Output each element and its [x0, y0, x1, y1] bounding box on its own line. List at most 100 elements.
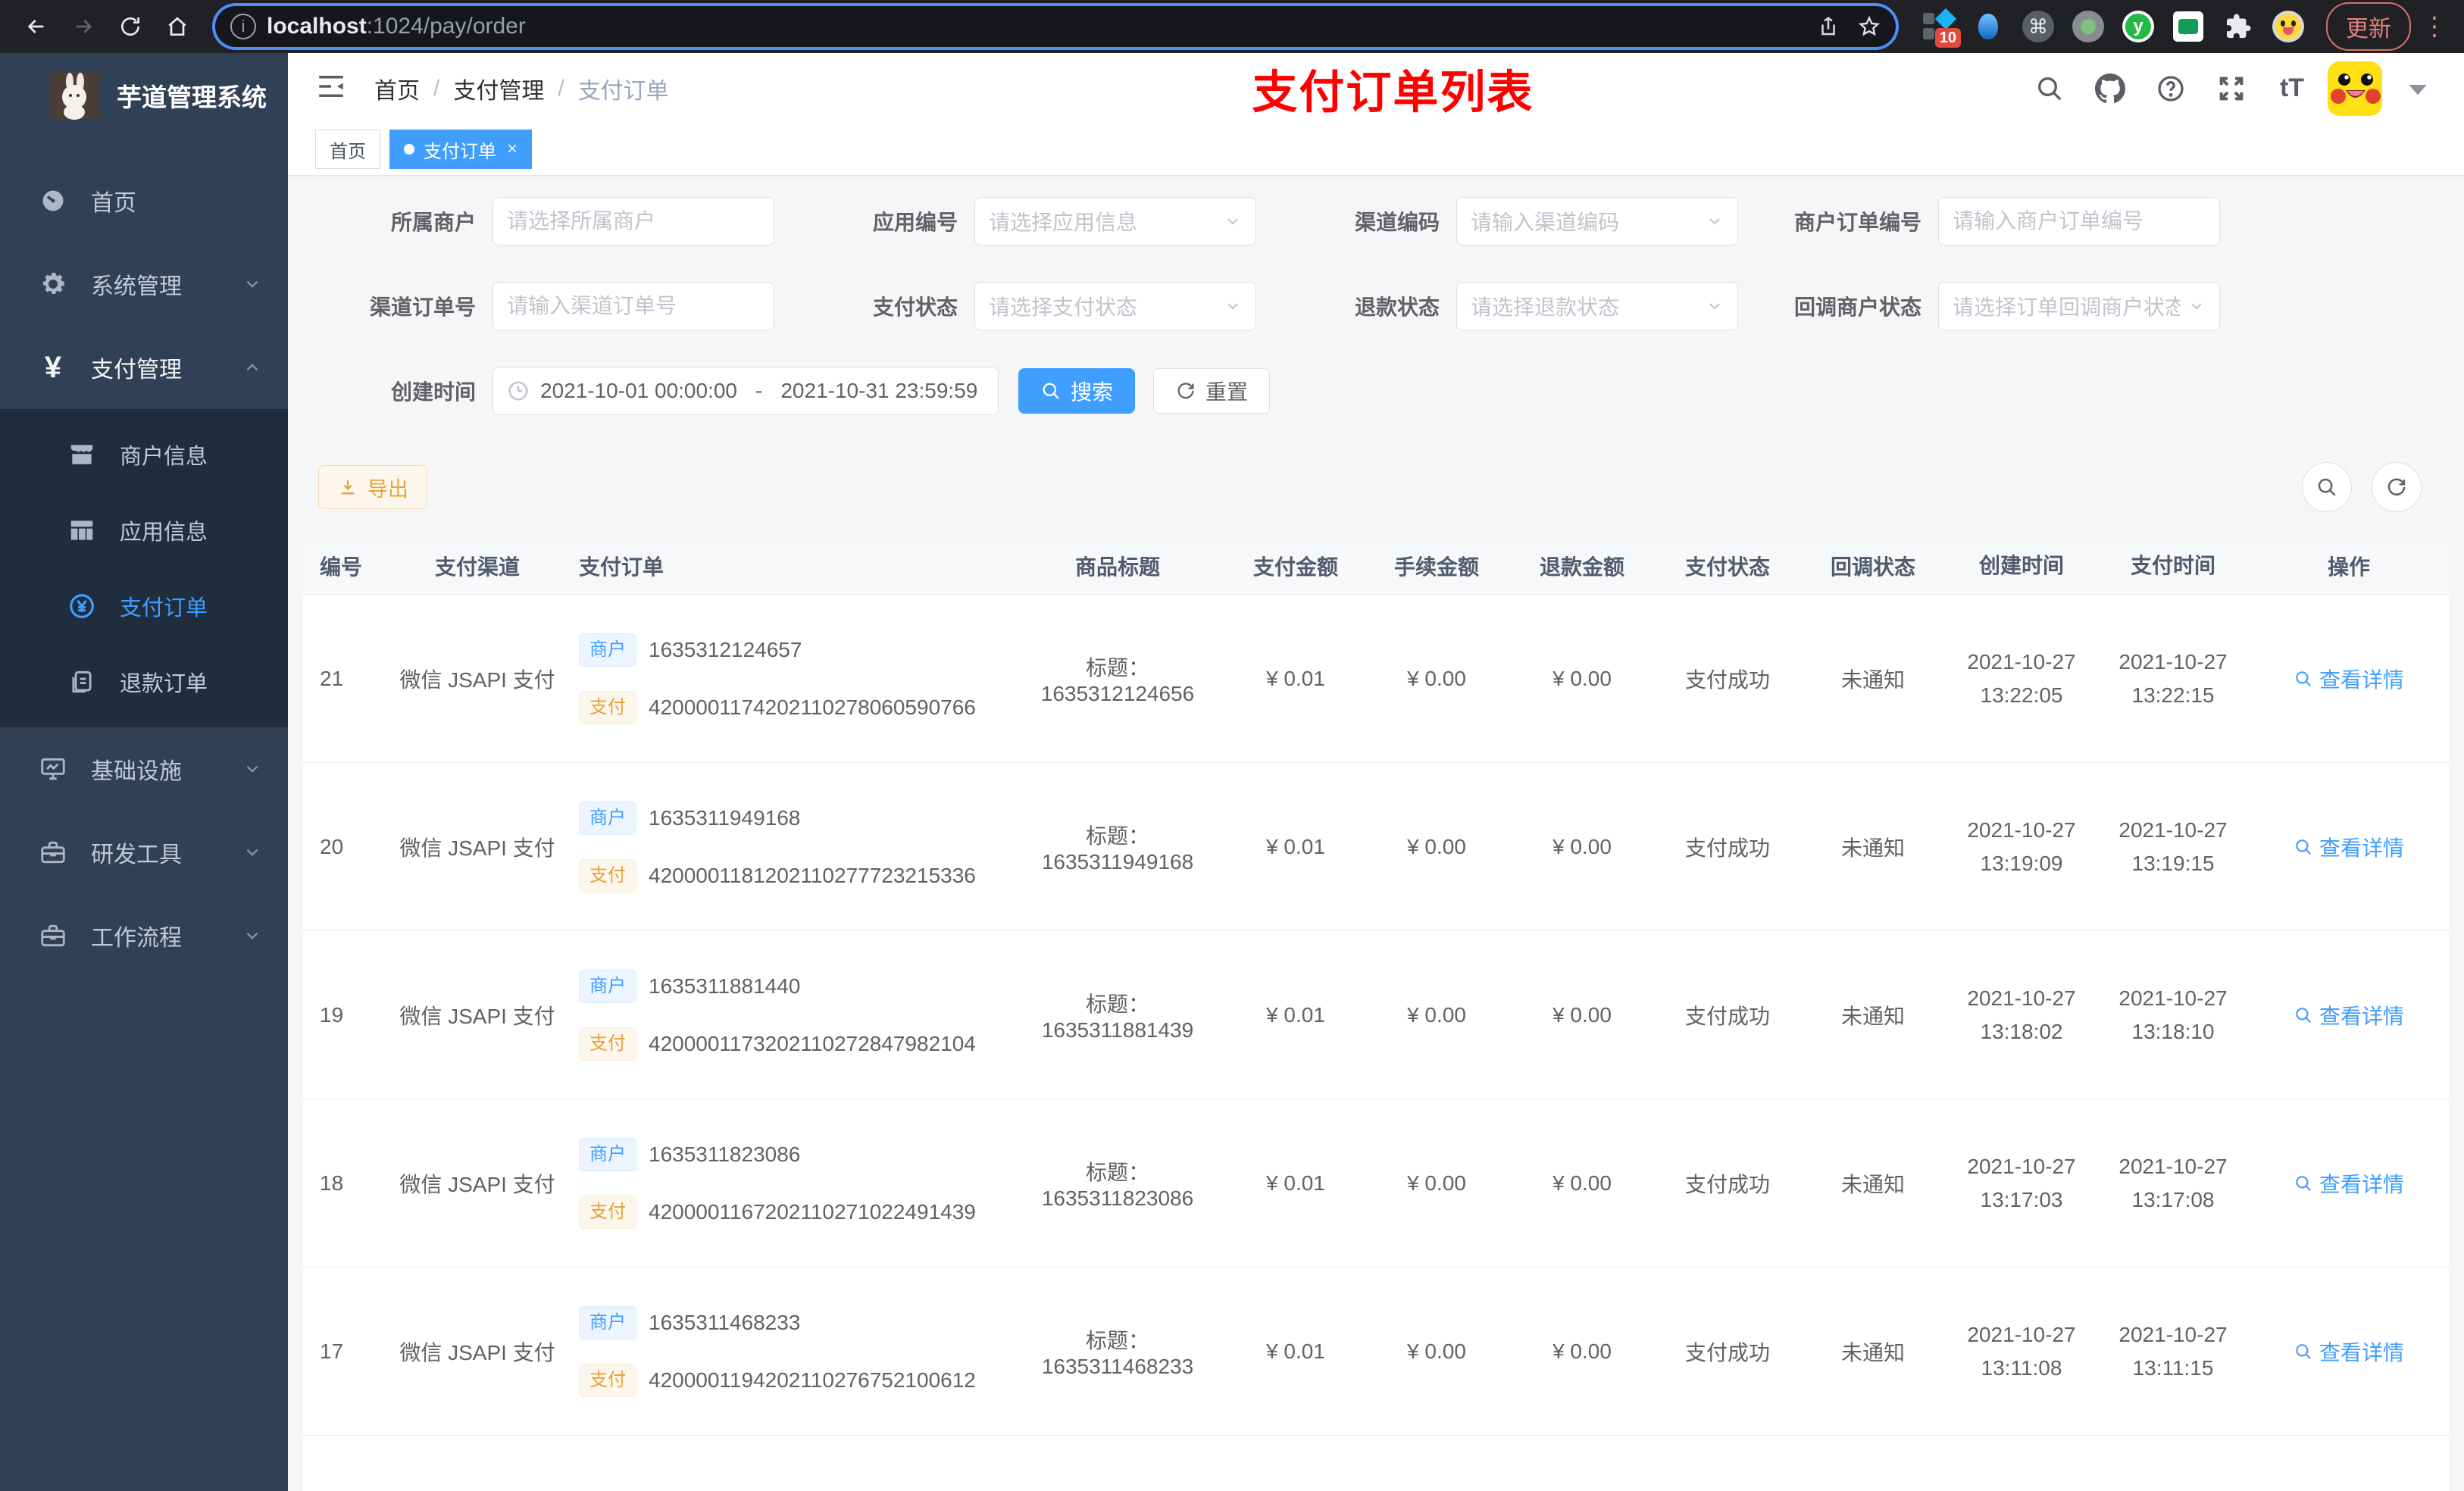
text-input[interactable] [1953, 209, 2206, 234]
merchant-order-no: 1635311468233 [649, 1310, 801, 1334]
command-icon[interactable]: ⌘ [2022, 10, 2055, 43]
sidebar-item-7[interactable]: 基础设施 [0, 727, 288, 811]
collapse-sidebar-icon[interactable] [315, 70, 352, 107]
merchant-order-line: 商户 1635311468233 [579, 1305, 1003, 1339]
pay-order-line: 支付 4200001181202110277723215336 [579, 858, 1003, 892]
yapi-icon[interactable]: y [2122, 10, 2155, 43]
yen-icon: ¥ [44, 350, 62, 384]
back-icon[interactable] [17, 7, 56, 46]
github-icon[interactable] [2085, 64, 2135, 114]
export-button[interactable]: 导出 [318, 465, 427, 510]
avatar[interactable] [2328, 61, 2382, 116]
star-icon[interactable] [1858, 15, 1881, 38]
wechat-devtool-icon[interactable] [2172, 10, 2205, 43]
view-icon [2294, 1005, 2313, 1025]
sidebar-item-2[interactable]: ¥ 支付管理 [0, 326, 288, 409]
tab-manager-icon[interactable]: 10 [1921, 8, 1961, 48]
puzzle-icon[interactable] [2222, 10, 2255, 43]
date-end[interactable]: 2021-10-31 23:59:59 [780, 379, 977, 403]
text-input[interactable] [507, 294, 760, 319]
filter-field-4: 渠道订单号 [311, 282, 793, 331]
search-button[interactable]: 搜索 [1018, 368, 1136, 414]
help-icon[interactable] [2146, 64, 2196, 114]
sidebar-item-5[interactable]: 支付订单 [0, 568, 288, 644]
breadcrumb-home[interactable]: 首页 [374, 72, 420, 105]
view-detail-link[interactable]: 查看详情 [2294, 1000, 2404, 1030]
view-icon [2294, 1174, 2313, 1193]
sidebar-item-3[interactable]: 商户信息 [0, 417, 288, 492]
browser-update-button[interactable]: 更新 [2326, 2, 2411, 51]
sidebar-item-label: 商户信息 [120, 445, 208, 469]
table-header: 编号 支付渠道 支付订单 商品标题 支付金额 手续金额 退款金额 支付状态 回调状态 创建时间 支付… [303, 538, 2449, 595]
sidebar-item-label: 退款订单 [120, 672, 208, 696]
filter-select-5[interactable]: 请选择支付状态 [974, 282, 1256, 331]
merchant-order-no: 1635312124657 [649, 637, 802, 661]
tag-home[interactable]: 首页 [315, 130, 380, 170]
sidebar-item-4[interactable]: 应用信息 [0, 492, 288, 568]
filter-label: 渠道订单号 [369, 295, 476, 320]
column-header-3: 商品标题 [1074, 555, 1160, 580]
filter-field-2: 渠道编码 请输入渠道编码 [1274, 197, 1756, 246]
view-detail-link[interactable]: 查看详情 [2294, 1168, 2404, 1199]
caret-down-icon[interactable] [2393, 64, 2443, 114]
forward-icon[interactable] [64, 7, 103, 46]
created-time: 13:22:05 [1980, 683, 2063, 707]
breadcrumb-pay[interactable]: 支付管理 [453, 72, 544, 105]
created-date: 2021-10-27 [1967, 650, 2076, 674]
sidebar-item-1[interactable]: 系统管理 [0, 242, 288, 326]
share-icon[interactable] [1817, 15, 1840, 38]
sidebar-item-label: 研发工具 [91, 842, 182, 867]
recorder-icon[interactable] [2072, 10, 2105, 43]
filter-select-2[interactable]: 请输入渠道编码 [1456, 197, 1738, 246]
view-detail-link[interactable]: 查看详情 [2294, 1336, 2404, 1367]
filter-label: 退款状态 [1354, 295, 1440, 320]
emoji-icon[interactable] [2272, 10, 2305, 43]
gem-icon[interactable] [1972, 10, 2005, 43]
table-body: 21 微信 JSAPI 支付 商户 1635312124657 支付 4200001174… [303, 594, 2449, 1491]
toggle-search-button[interactable] [2302, 462, 2352, 513]
sidebar-item-label: 支付订单 [120, 596, 208, 620]
pay-badge: 支付 [579, 1195, 636, 1229]
fullscreen-icon[interactable] [2206, 64, 2256, 114]
select-placeholder: 请选择订单回调商户状态 [1953, 295, 2180, 320]
filter-select-6[interactable]: 请选择退款状态 [1456, 282, 1738, 331]
date-start[interactable]: 2021-10-01 00:00:00 [540, 379, 737, 403]
cell-status: 支付成功 [1684, 1004, 1770, 1028]
sidebar-item-0[interactable]: 首页 [0, 159, 288, 242]
channel-order-no: 4200001181202110277723215336 [649, 863, 976, 887]
home-icon[interactable] [158, 7, 197, 46]
filter-select-7[interactable]: 请选择订单回调商户状态 [1938, 282, 2220, 331]
site-info-icon[interactable]: i [230, 14, 256, 39]
order-no-lines: 商户 1635311468233 支付 42000011942021102767521… [579, 1305, 1003, 1397]
view-detail-link[interactable]: 查看详情 [2294, 832, 2404, 862]
view-detail-link[interactable]: 查看详情 [2294, 664, 2404, 694]
cell-title: 标题：1635312124656 [1040, 655, 1195, 705]
paid-time: 13:19:15 [2131, 851, 2215, 875]
address-bar[interactable]: i localhost:1024/pay/order [215, 6, 1896, 47]
url-text[interactable]: localhost:1024/pay/order [267, 14, 1806, 39]
filter-input-0[interactable] [492, 197, 774, 246]
browser-menu-icon[interactable]: ⋮ [2422, 11, 2447, 42]
close-tag-icon[interactable]: × [507, 139, 518, 160]
grid-icon [65, 514, 98, 547]
cell-notify-status: 未通知 [1840, 1340, 1905, 1364]
merchant-order-no: 1635311881440 [649, 974, 801, 998]
filter-input-3[interactable] [1938, 197, 2220, 246]
tag-pay-order[interactable]: 支付订单 × [389, 130, 533, 170]
filter-select-1[interactable]: 请选择应用信息 [974, 197, 1256, 246]
paid-time: 13:11:15 [2132, 1355, 2214, 1380]
date-range-input[interactable]: 2021-10-01 00:00:00 - 2021-10-31 23:59:5… [492, 367, 999, 416]
search-icon[interactable] [2025, 64, 2075, 114]
breadcrumb-current: 支付订单 [577, 78, 669, 104]
sidebar-item-6[interactable]: 退款订单 [0, 644, 288, 720]
text-input[interactable] [507, 209, 760, 234]
sidebar-item-9[interactable]: 工作流程 [0, 894, 288, 977]
filter-input-4[interactable] [492, 282, 774, 331]
font-size-icon[interactable]: tT [2267, 64, 2317, 114]
merchant-badge: 商户 [579, 1305, 636, 1339]
chevron-down-icon [2187, 297, 2206, 315]
sidebar-item-8[interactable]: 研发工具 [0, 811, 288, 894]
refresh-button[interactable] [2372, 462, 2422, 513]
reset-button[interactable]: 重置 [1153, 368, 1271, 414]
reload-icon[interactable] [111, 7, 150, 46]
